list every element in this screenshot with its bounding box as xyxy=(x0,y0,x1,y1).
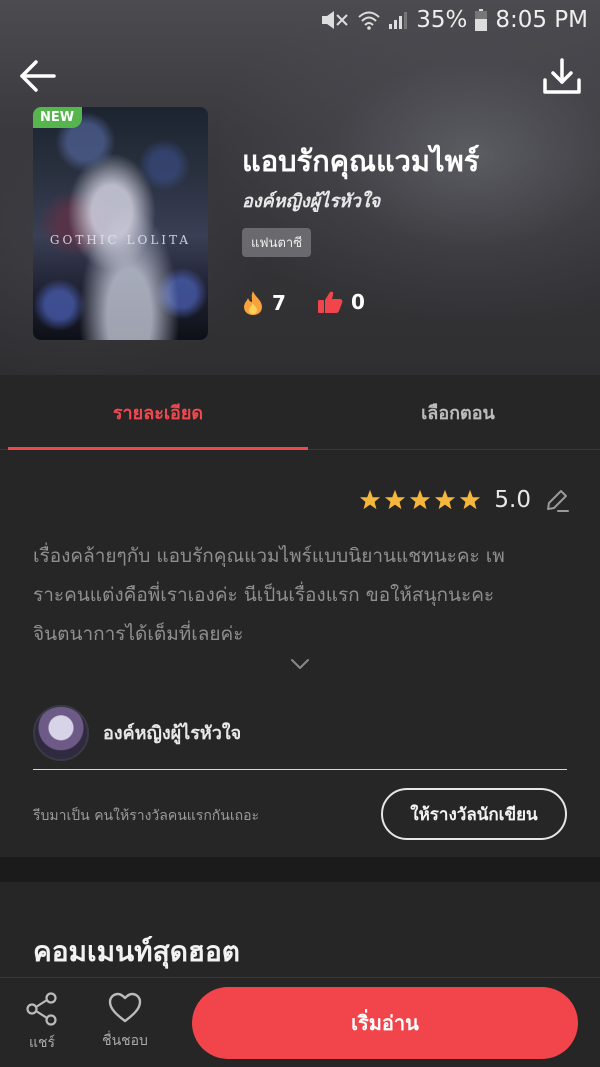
share-button[interactable]: แชร์ xyxy=(20,992,64,1054)
star-icon xyxy=(385,489,406,510)
chevron-down-icon xyxy=(291,659,309,669)
section-gap xyxy=(0,857,600,882)
star-icon xyxy=(435,489,456,510)
clock: 8:05 PM xyxy=(495,7,588,33)
fire-count: 7 xyxy=(272,291,286,315)
wifi-icon xyxy=(358,11,380,30)
download-icon xyxy=(543,58,581,94)
tab-bar: รายละเอียด เลือกตอน xyxy=(0,375,600,450)
novel-header: 35% 8:05 PM GOTHIC LOLITA NEW แอบรักคุณแ… xyxy=(0,0,600,375)
novel-title: แอบรักคุณแวมไพร์ xyxy=(242,144,480,178)
share-label: แชร์ xyxy=(28,1035,56,1051)
author-avatar[interactable] xyxy=(33,704,89,761)
divider xyxy=(33,769,567,770)
thumbs-up-icon xyxy=(318,291,343,313)
fire-icon xyxy=(244,291,262,315)
tab-episodes[interactable]: เลือกตอน xyxy=(308,375,600,450)
cover-image: GOTHIC LOLITA NEW xyxy=(33,107,208,340)
download-button[interactable] xyxy=(542,58,582,96)
cover-title-art: GOTHIC LOLITA xyxy=(49,233,192,247)
new-badge: NEW xyxy=(33,107,83,128)
hot-comments-section: คอมเมนท์สุดฮอต xyxy=(0,882,600,982)
synopsis-line: จินตนาการได้เต็มที่เลยค่ะ xyxy=(33,623,244,645)
signal-icon xyxy=(389,12,408,29)
heart-icon xyxy=(108,992,142,1023)
reward-prompt: รีบมาเป็น คนให้รางวัลคนแรกกันเถอะ xyxy=(33,808,260,824)
battery-icon xyxy=(475,9,488,31)
back-button[interactable] xyxy=(18,56,58,96)
favorite-button[interactable]: ชื่นชอบ xyxy=(86,992,164,1052)
hot-comments-title: คอมเมนท์สุดฮอต xyxy=(33,935,240,968)
expand-synopsis-button[interactable] xyxy=(290,655,310,674)
star-icon xyxy=(410,489,431,510)
author-link[interactable]: องค์หญิงผู้ไรหัวใจ xyxy=(242,186,380,215)
cover-artwork xyxy=(33,107,208,340)
bottom-action-bar: แชร์ ชื่นชอบ เริ่มอ่าน xyxy=(0,977,600,1067)
status-bar: 35% 8:05 PM xyxy=(0,0,600,40)
rating-value: 5.0 xyxy=(494,487,531,513)
start-reading-button[interactable]: เริ่มอ่าน xyxy=(192,987,578,1059)
mute-icon xyxy=(322,11,348,29)
genre-tag[interactable]: แฟนตาซี xyxy=(242,228,312,257)
reward-author-button[interactable]: ให้รางวัลนักเขียน xyxy=(381,788,567,840)
author-profile-row[interactable]: องค์หญิงผู้ไรหัวใจ xyxy=(33,695,567,770)
star-icon xyxy=(360,489,381,510)
favorite-label: ชื่นชอบ xyxy=(102,1033,148,1049)
fire-stat: 7 xyxy=(242,290,286,316)
synopsis-line: ราะคนแต่งคือพี่เราเองค่ะ นีเป็นเรื่องแรก… xyxy=(33,584,495,606)
edit-pencil-icon[interactable] xyxy=(544,487,570,513)
arrow-left-icon xyxy=(20,60,56,92)
like-stat: 0 xyxy=(317,290,365,314)
tab-details[interactable]: รายละเอียด xyxy=(8,375,308,450)
star-icon xyxy=(460,489,481,510)
synopsis-line: เรื่องคล้ายๆกับ แอบรักคุณแวมไพร์แบบนิยาน… xyxy=(33,545,505,567)
rating: 5.0 xyxy=(359,487,570,513)
share-icon xyxy=(26,992,57,1026)
like-count: 0 xyxy=(351,290,365,314)
battery-percent: 35% xyxy=(416,7,468,33)
details-panel: 5.0 เรื่องคล้ายๆกับ แอบรักคุณแวมไพร์แบบน… xyxy=(0,451,600,857)
synopsis: เรื่องคล้ายๆกับ แอบรักคุณแวมไพร์แบบนิยาน… xyxy=(33,537,573,654)
author-name[interactable]: องค์หญิงผู้ไรหัวใจ xyxy=(103,718,241,747)
